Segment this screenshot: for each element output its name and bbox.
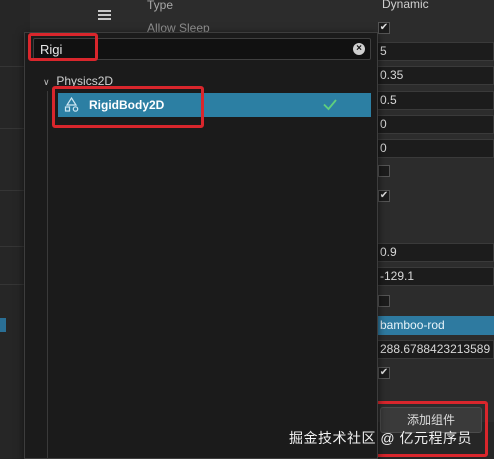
linear-damping-field[interactable]: 0.35 bbox=[376, 66, 494, 85]
search-box: × bbox=[33, 38, 371, 60]
menu-icon[interactable] bbox=[98, 10, 111, 20]
result-item-rigidbody2d[interactable]: RigidBody2D bbox=[58, 93, 371, 117]
selection-marker bbox=[0, 318, 6, 332]
tree-guide-line bbox=[47, 91, 48, 459]
asset-field[interactable]: bamboo-rod bbox=[376, 316, 494, 335]
watermark: 掘金技术社区 @ 亿元程序员 bbox=[289, 430, 472, 446]
search-input[interactable] bbox=[40, 41, 340, 57]
velocity-y-field[interactable]: 0 bbox=[376, 139, 494, 158]
type-label: Type bbox=[147, 0, 174, 12]
allow-sleep-checkbox[interactable]: ✔ bbox=[378, 22, 390, 34]
sensor-checkbox[interactable]: ✔ bbox=[378, 295, 390, 307]
chevron-down-icon[interactable]: ∨ bbox=[43, 77, 53, 88]
result-item-label: RigidBody2D bbox=[89, 98, 165, 112]
tree-group-physics2d[interactable]: ∨ Physics2D bbox=[43, 74, 113, 88]
angular-damping-field[interactable]: 0.5 bbox=[376, 91, 494, 110]
gravity-scale-field[interactable]: 5 bbox=[376, 42, 494, 61]
add-component-search-popup: × ∨ Physics2D RigidBody2D bbox=[24, 32, 378, 459]
offset-field[interactable]: -129.1 bbox=[376, 267, 494, 286]
bullet-checkbox[interactable]: ✔ bbox=[378, 190, 390, 202]
enabled-checkbox[interactable]: ✔ bbox=[378, 367, 390, 379]
size-field[interactable]: 288.6788423213589 bbox=[376, 340, 494, 359]
component-icon bbox=[64, 97, 79, 112]
friction-field[interactable]: 0.9 bbox=[376, 243, 494, 262]
fixed-rotation-checkbox[interactable]: ✔ bbox=[378, 165, 390, 177]
body-type-select[interactable]: Dynamic bbox=[376, 0, 494, 15]
tree-group-label: Physics2D bbox=[56, 74, 114, 88]
check-icon bbox=[323, 99, 337, 111]
clear-search-icon[interactable]: × bbox=[353, 43, 365, 55]
velocity-x-field[interactable]: 0 bbox=[376, 115, 494, 134]
